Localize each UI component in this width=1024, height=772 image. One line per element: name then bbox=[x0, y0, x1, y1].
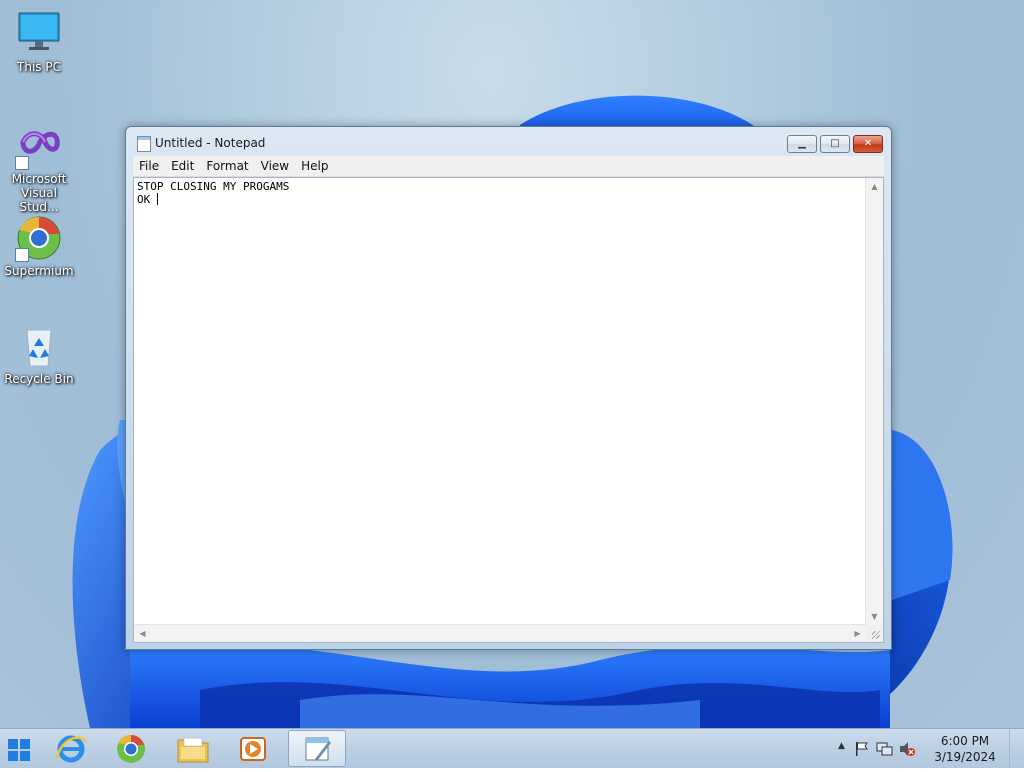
supermium-browser-icon bbox=[117, 734, 145, 763]
desktop-icon-label: Supermium bbox=[4, 264, 74, 278]
desktop-icon-label: Recycle Bin bbox=[4, 372, 74, 386]
menu-view[interactable]: View bbox=[255, 156, 295, 176]
resize-grip[interactable] bbox=[866, 625, 883, 642]
scroll-down-arrow-icon[interactable]: ▼ bbox=[866, 608, 883, 625]
desktop[interactable]: This PC Microsoft Visual Stud... Supermi… bbox=[0, 0, 1024, 728]
desktop-icon-recycle-bin[interactable]: Recycle Bin bbox=[1, 322, 77, 386]
menu-bar: File Edit Format View Help bbox=[133, 156, 884, 177]
start-windows-icon bbox=[8, 739, 30, 761]
menu-file[interactable]: File bbox=[133, 156, 165, 176]
internet-explorer-icon bbox=[55, 735, 88, 763]
scroll-right-arrow-icon[interactable]: ▶ bbox=[849, 625, 866, 642]
notepad-icon bbox=[305, 737, 331, 761]
text-line-1: STOP CLOSING MY PROGAMS bbox=[137, 180, 290, 193]
text-line-2-content: OK bbox=[137, 193, 157, 206]
taskbar-file-explorer[interactable] bbox=[164, 730, 222, 767]
desktop-icon-supermium[interactable]: Supermium bbox=[1, 214, 77, 278]
shortcut-arrow-icon bbox=[15, 156, 29, 170]
network-icon[interactable] bbox=[876, 741, 894, 757]
start-button[interactable] bbox=[0, 730, 38, 767]
maximize-button[interactable]: □ bbox=[820, 135, 850, 153]
menu-help[interactable]: Help bbox=[295, 156, 334, 176]
desktop-icon-label: This PC bbox=[17, 60, 61, 74]
menu-edit[interactable]: Edit bbox=[165, 156, 200, 176]
text-area[interactable]: STOP CLOSING MY PROGAMS OK bbox=[137, 180, 864, 623]
horizontal-scrollbar[interactable]: ◀ ▶ bbox=[134, 624, 866, 642]
desktop-icon-visual-studio[interactable]: Microsoft Visual Stud... bbox=[1, 122, 77, 214]
scroll-left-arrow-icon[interactable]: ◀ bbox=[134, 625, 151, 642]
minimize-button[interactable]: ▁ bbox=[787, 135, 817, 153]
shortcut-arrow-icon bbox=[15, 248, 29, 262]
text-line-2: OK bbox=[137, 193, 864, 206]
text-editor[interactable]: STOP CLOSING MY PROGAMS OK ▲ ▼ ◀ ▶ bbox=[133, 177, 884, 643]
show-desktop-button[interactable] bbox=[1009, 729, 1024, 768]
action-center-flag-icon[interactable] bbox=[854, 741, 870, 757]
taskbar-supermium[interactable] bbox=[102, 730, 160, 767]
recycle-bin-icon bbox=[15, 322, 63, 370]
window-title: Untitled - Notepad bbox=[155, 136, 266, 150]
taskbar-notepad[interactable] bbox=[288, 730, 346, 767]
scroll-up-arrow-icon[interactable]: ▲ bbox=[866, 178, 883, 195]
notepad-icon bbox=[137, 136, 151, 152]
close-button[interactable]: ✕ bbox=[853, 135, 883, 153]
desktop-icon-label: Microsoft Visual Stud... bbox=[11, 172, 67, 214]
taskbar: ▲ 6:00 PM 3/19/2024 bbox=[0, 728, 1024, 768]
monitor-icon bbox=[15, 10, 63, 58]
media-player-icon bbox=[240, 737, 266, 761]
taskbar-media-player[interactable] bbox=[224, 730, 282, 767]
menu-format[interactable]: Format bbox=[200, 156, 254, 176]
supermium-browser-icon bbox=[15, 214, 63, 262]
taskbar-internet-explorer[interactable] bbox=[42, 730, 100, 767]
notepad-window[interactable]: Untitled - Notepad ▁ □ ✕ File Edit Format V… bbox=[125, 126, 892, 650]
visual-studio-icon bbox=[15, 122, 63, 170]
text-caret bbox=[156, 193, 158, 205]
volume-muted-icon[interactable] bbox=[898, 741, 916, 757]
clock-time[interactable]: 6:00 PM bbox=[930, 734, 1000, 748]
title-bar[interactable]: Untitled - Notepad ▁ □ ✕ bbox=[126, 127, 891, 157]
clock-date[interactable]: 3/19/2024 bbox=[930, 750, 1000, 764]
file-explorer-icon bbox=[177, 737, 209, 763]
show-hidden-icons-chevron-icon[interactable]: ▲ bbox=[838, 741, 845, 751]
desktop-icon-this-pc[interactable]: This PC bbox=[1, 10, 77, 74]
system-tray: ▲ 6:00 PM 3/19/2024 bbox=[834, 729, 1024, 769]
vertical-scrollbar[interactable]: ▲ ▼ bbox=[865, 178, 883, 625]
